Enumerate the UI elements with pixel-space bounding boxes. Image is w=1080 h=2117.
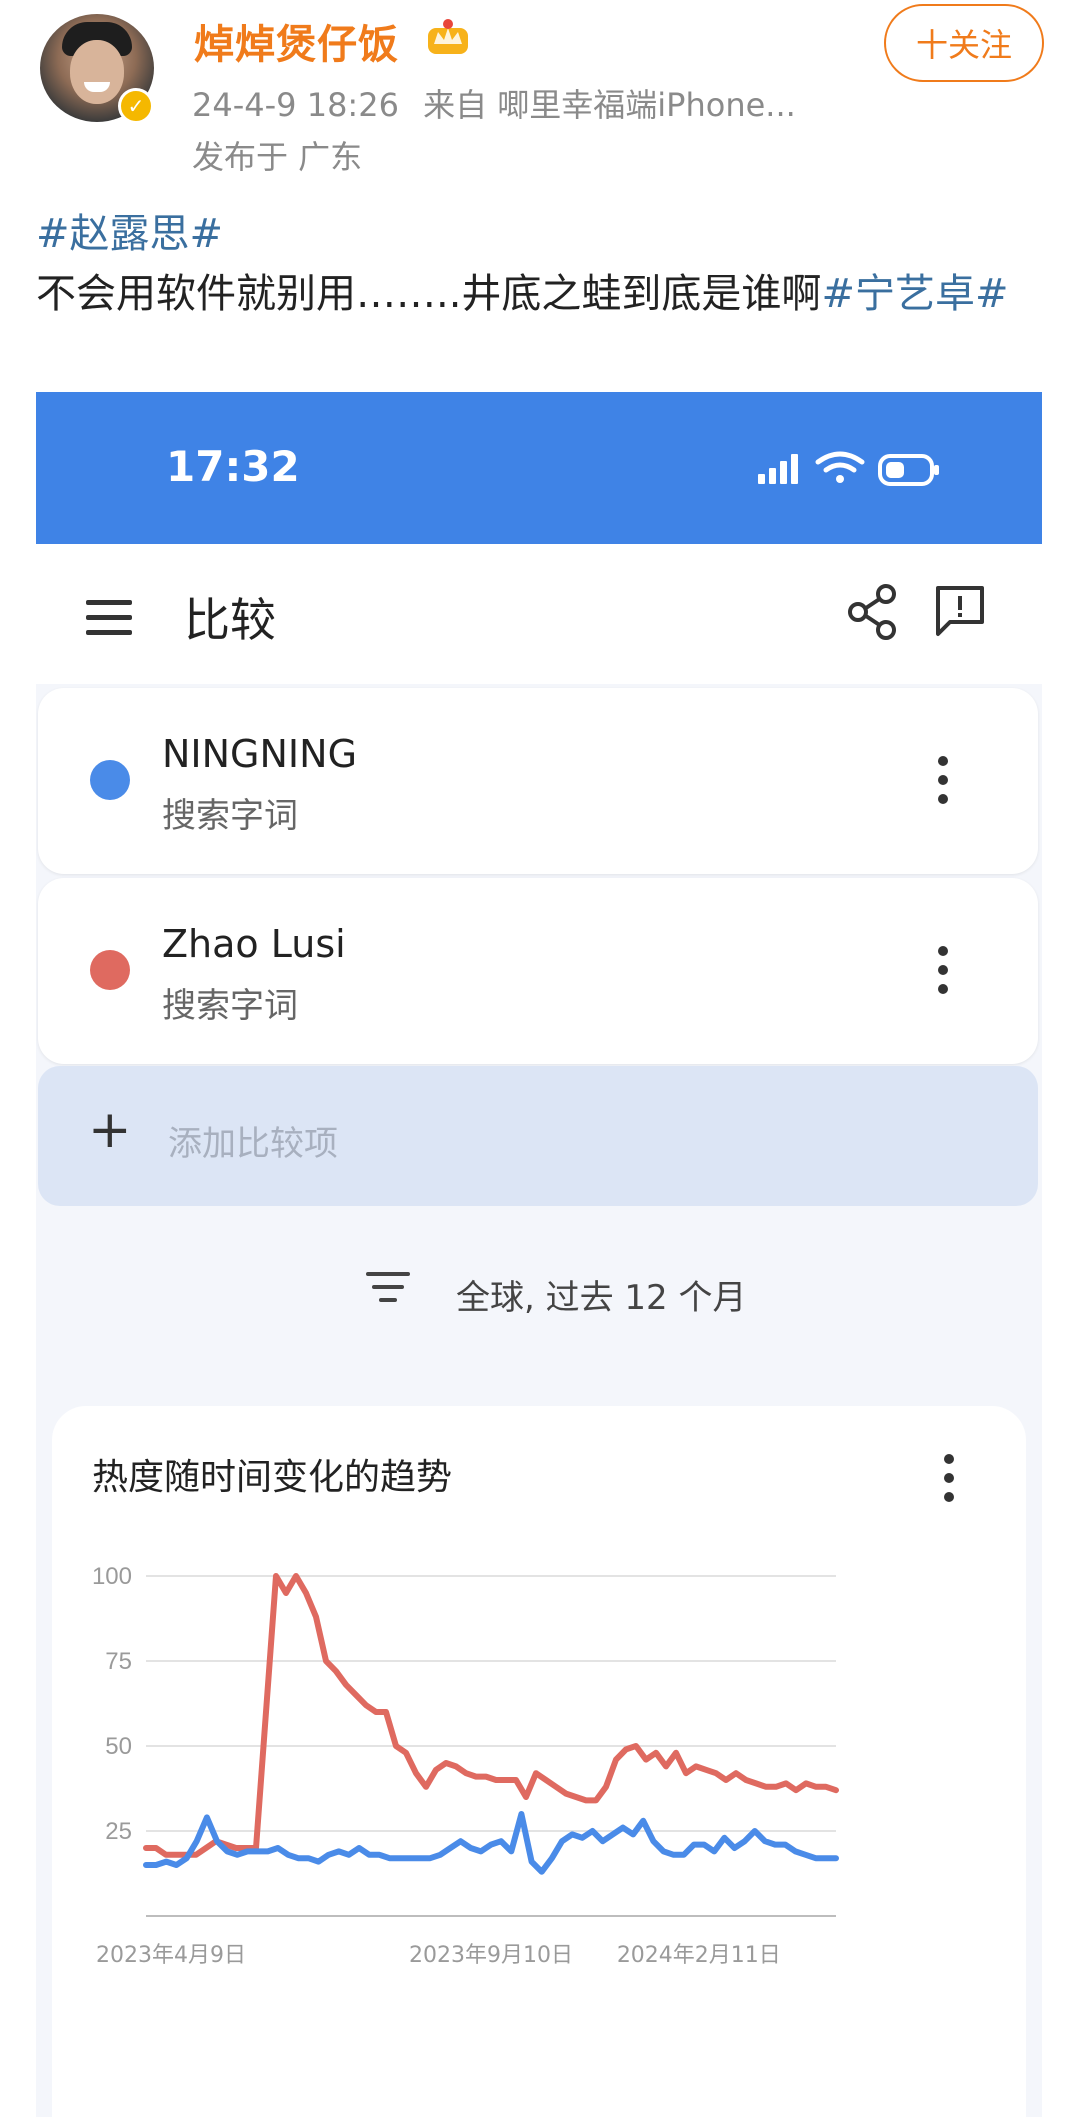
add-comparison-label: 添加比较项 [168,1124,338,1164]
y-tick-label: 100 [92,1563,132,1590]
post-header: ✓ 焯焯煲仔饭 24-4-9 18:26 来自 唧里幸福端iPhone... 发… [0,0,1080,190]
menu-icon[interactable] [86,600,134,636]
avatar-face [70,40,124,104]
term-card-zhao-lusi[interactable]: Zhao Lusi 搜索字词 [38,878,1038,1064]
more-vert-icon[interactable] [944,1454,958,1510]
series-dot-red [90,950,130,990]
embedded-screenshot[interactable]: 17:32 比较 NINGNING 搜索字词 Zhao Lusi 搜索字词 + … [36,392,1042,2117]
trend-line-chart: 100 75 50 25 2023年4月9日 2023年9月10日 2024年2月11日 [92,1563,839,1968]
post-timestamp: 24-4-9 18:26 [192,86,399,124]
term-card-ningning[interactable]: NINGNING 搜索字词 [38,688,1038,874]
term-subtitle: 搜索字词 [162,986,298,1026]
post-source: 来自 唧里幸福端iPhone... [423,86,796,124]
post-text: #赵露思# 不会用软件就别用……..井底之蛙到底是谁啊#宁艺卓# [36,204,1046,324]
status-bar: 17:32 [36,392,1042,544]
x-tick-label: 2024年2月11日 [617,1943,781,1968]
plus-icon: + [88,1100,132,1160]
battery-icon [878,454,939,486]
wifi-icon [815,451,865,483]
term-name: Zhao Lusi [162,922,346,966]
topic-link-ningning[interactable]: #宁艺卓# [821,271,1008,317]
feedback-icon[interactable] [932,582,988,638]
x-tick-label: 2023年9月10日 [409,1943,573,1968]
more-vert-icon[interactable] [938,756,952,812]
post-meta: 24-4-9 18:26 来自 唧里幸福端iPhone... [192,80,810,126]
crown-icon [428,19,468,54]
filter-icon [366,1272,410,1312]
more-vert-icon[interactable] [938,946,952,1002]
post-body: 不会用软件就别用……..井底之蛙到底是谁啊 [36,271,822,317]
app-bar: 比较 [36,544,1042,684]
post-location: 发布于 广东 [192,138,363,176]
x-tick-label: 2023年4月9日 [96,1943,246,1968]
series-line-ningning [143,1811,839,1875]
share-icon[interactable] [844,582,900,642]
y-tick-label: 25 [105,1818,132,1845]
trend-chart-card: 热度随时间变化的趋势 100 75 50 25 2023年4月9日 2023年9月10日 2… [52,1406,1026,2117]
status-time: 17:32 [166,442,300,491]
page-title: 比较 [184,593,276,647]
verified-badge-icon: ✓ [118,88,154,124]
chart-title: 热度随时间变化的趋势 [92,1457,453,1498]
filter-text: 全球, 过去 12 个月 [456,1278,747,1318]
series-line-zhao-lusi [143,1573,839,1858]
follow-button[interactable]: 十关注 [884,4,1044,82]
status-icons [758,451,939,486]
series-dot-blue [90,760,130,800]
term-subtitle: 搜索字词 [162,796,298,836]
y-tick-label: 50 [105,1733,132,1760]
signal-icon [758,454,798,484]
term-name: NINGNING [162,732,358,776]
topic-link-zhao-lusi[interactable]: #赵露思# [36,211,223,257]
y-tick-label: 75 [105,1648,132,1675]
filter-row[interactable]: 全球, 过去 12 个月 [36,1252,1042,1332]
add-comparison-button[interactable]: + 添加比较项 [38,1066,1038,1206]
username[interactable]: 焯焯煲仔饭 [194,12,399,70]
